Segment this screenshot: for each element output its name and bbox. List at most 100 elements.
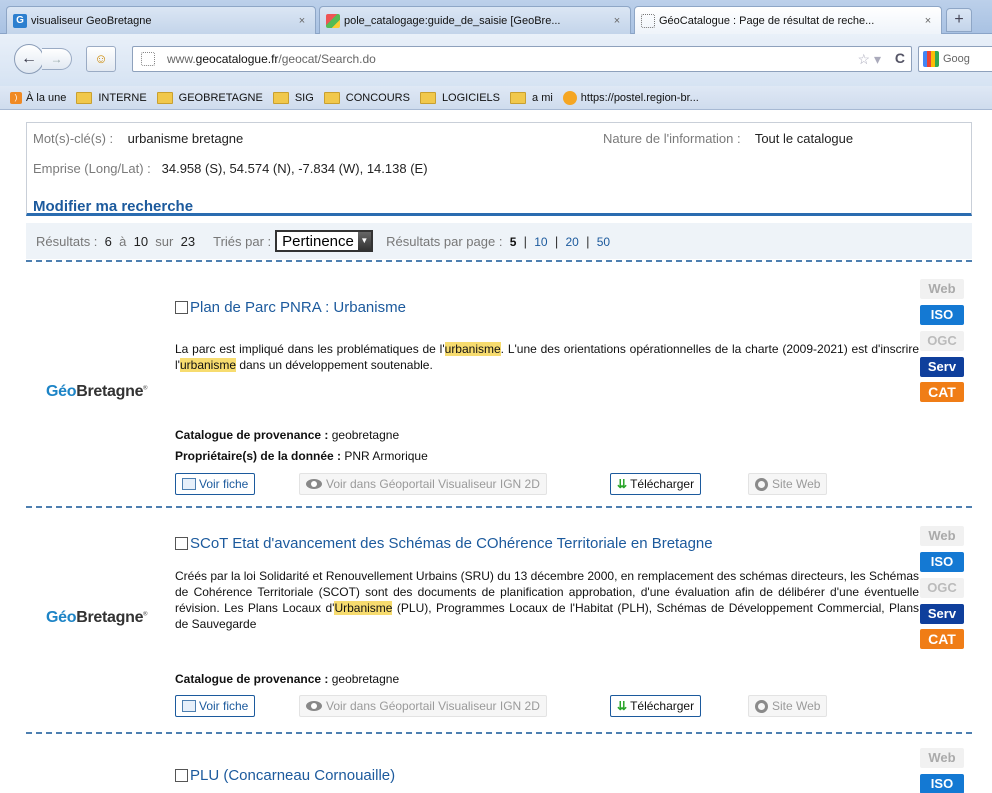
results-total: 23 xyxy=(180,233,196,249)
bookmark-star-icon[interactable]: ☆ ▾ xyxy=(858,51,881,68)
button-label: Télécharger xyxy=(630,477,695,491)
bookmarks-bar: ) À la une INTERNE GEOBRETAGNE SIG CONCOU… xyxy=(0,86,992,110)
per-page-50[interactable]: 50 xyxy=(597,235,610,249)
download-button[interactable]: ⇊ Télécharger xyxy=(610,473,702,495)
view-in-geoportail-button[interactable]: Voir dans Géoportail Visualiseur IGN 2D xyxy=(299,695,547,717)
url-prefix: www. xyxy=(167,52,196,66)
desc-highlight: urbanisme xyxy=(179,358,236,372)
bookmark-logiciels[interactable]: LOGICIELS xyxy=(419,91,500,104)
close-icon[interactable]: × xyxy=(610,15,624,27)
result-title-text[interactable]: PLU (Concarneau Cornouaille) xyxy=(190,767,395,784)
sort-select[interactable]: Pertinence ▼ xyxy=(275,230,373,252)
bookmark-label: INTERNE xyxy=(98,91,147,104)
view-in-geoportail-button[interactable]: Voir dans Géoportail Visualiseur IGN 2D xyxy=(299,473,547,495)
result-title[interactable]: PLU (Concarneau Cornouaille) xyxy=(175,767,395,784)
iso-badge[interactable]: ISO xyxy=(920,774,964,793)
home-button[interactable]: ☺ xyxy=(86,46,116,72)
catalog-label: Catalogue de provenance : xyxy=(175,672,329,686)
separator: | xyxy=(586,233,590,249)
web-badge[interactable]: Web xyxy=(920,279,964,299)
result-title-text[interactable]: Plan de Parc PNRA : Urbanisme xyxy=(190,299,406,316)
bookmark-concours[interactable]: CONCOURS xyxy=(323,91,410,104)
tab-visualiseur[interactable]: G visualiseur GeoBretagne × xyxy=(6,6,316,34)
iso-badge[interactable]: ISO xyxy=(920,305,964,325)
desc-text: dans un développement soutenable. xyxy=(236,358,433,372)
back-button[interactable]: ← xyxy=(14,44,44,74)
dropdown-arrow-icon[interactable]: ▼ xyxy=(357,232,371,250)
url-domain: geocatalogue.fr xyxy=(195,52,279,66)
reload-icon[interactable]: C xyxy=(895,50,905,66)
web-badge[interactable]: Web xyxy=(920,526,964,546)
search-box[interactable]: Goog xyxy=(918,46,992,72)
website-button[interactable]: Site Web xyxy=(748,473,828,495)
catalog-source: Catalogue de provenance : geobretagne xyxy=(175,428,399,442)
results-label: Résultats : xyxy=(36,233,98,249)
per-page-5[interactable]: 5 xyxy=(510,235,517,249)
ogc-badge[interactable]: OGC xyxy=(920,578,964,598)
modify-search-link[interactable]: Modifier ma recherche xyxy=(33,198,193,215)
bookmark-geobretagne[interactable]: GEOBRETAGNE xyxy=(156,91,263,104)
view-record-button[interactable]: Voir fiche xyxy=(175,695,256,717)
bookmark-a-mi[interactable]: a mi xyxy=(510,91,553,104)
per-page-10[interactable]: 10 xyxy=(534,235,547,249)
data-owner: Propriétaire(s) de la donnée : PNR Armor… xyxy=(175,449,428,463)
logo-bretagne: Bretagne xyxy=(76,609,144,626)
sort-value: Pertinence xyxy=(282,232,354,250)
close-icon[interactable]: × xyxy=(921,15,935,27)
eye-icon xyxy=(306,479,322,489)
button-label: Voir fiche xyxy=(199,699,249,713)
bookmark-postel[interactable]: https://postel.region-br... xyxy=(562,90,699,105)
catalog-value: geobretagne xyxy=(331,428,400,442)
address-bar[interactable]: www. geocatalogue.fr/geocat/Search.do ☆ ▾… xyxy=(132,46,912,72)
web-badge[interactable]: Web xyxy=(920,748,964,768)
separator: | xyxy=(554,233,559,249)
page-icon xyxy=(141,52,155,66)
ogc-badge[interactable]: OGC xyxy=(920,331,964,351)
record-icon xyxy=(182,478,196,490)
cat-badge[interactable]: CAT xyxy=(920,382,964,402)
nature-label: Nature de l'information : xyxy=(603,131,741,146)
cat-badge[interactable]: CAT xyxy=(920,629,964,649)
google-icon xyxy=(923,51,939,67)
result-title[interactable]: SCoT Etat d'avancement des Schémas de CO… xyxy=(175,535,713,552)
bookmark-sig[interactable]: SIG xyxy=(272,91,314,104)
record-icon xyxy=(182,700,196,712)
per-page-20[interactable]: 20 xyxy=(565,235,578,249)
keywords-row: Mot(s)-clé(s) : urbanisme bretagne xyxy=(33,131,243,146)
serv-badge[interactable]: Serv xyxy=(920,357,964,377)
download-button[interactable]: ⇊ Télécharger xyxy=(610,695,702,717)
select-checkbox[interactable] xyxy=(175,537,188,550)
bookmark-a-la-une[interactable]: ) À la une xyxy=(10,91,66,104)
new-tab-button[interactable]: + xyxy=(946,8,972,32)
keywords-label: Mot(s)-clé(s) : xyxy=(33,131,114,146)
extent-row: Emprise (Long/Lat) : 34.958 (S), 54.574 … xyxy=(33,161,428,176)
results-to-label: à xyxy=(119,233,127,249)
tab-pole-catalogage[interactable]: pole_catalogage:guide_de_saisie [GeoBre.… xyxy=(319,6,631,34)
tab-geocatalogue[interactable]: GéoCatalogue : Page de résultat de reche… xyxy=(634,6,942,35)
iso-badge[interactable]: ISO xyxy=(920,552,964,572)
separator: | xyxy=(523,233,528,249)
website-button[interactable]: Site Web xyxy=(748,695,828,717)
catalog-source: Catalogue de provenance : geobretagne xyxy=(175,672,399,686)
results-to: 10 xyxy=(133,233,149,249)
forward-button[interactable]: → xyxy=(42,48,72,70)
desc-highlight: urbanisme xyxy=(444,342,501,356)
sort-label: Triés par : xyxy=(213,233,272,249)
bookmark-interne[interactable]: INTERNE xyxy=(76,91,147,104)
bookmark-label: a mi xyxy=(532,91,553,104)
logo-geo: Géo xyxy=(46,609,77,626)
close-icon[interactable]: × xyxy=(295,15,309,27)
result-title-text[interactable]: SCoT Etat d'avancement des Schémas de CO… xyxy=(190,535,713,552)
select-checkbox[interactable] xyxy=(175,769,188,782)
owner-value: PNR Armorique xyxy=(344,449,428,463)
result-title[interactable]: Plan de Parc PNRA : Urbanisme xyxy=(175,299,406,316)
geobretagne-logo: GéoBretagne® xyxy=(46,609,148,627)
page-content: Mot(s)-clé(s) : urbanisme bretagne Natur… xyxy=(0,111,992,793)
view-record-button[interactable]: Voir fiche xyxy=(175,473,256,495)
owner-label: Propriétaire(s) de la donnée : xyxy=(175,449,342,463)
nature-row: Nature de l'information : Tout le catalo… xyxy=(603,131,853,146)
serv-badge[interactable]: Serv xyxy=(920,604,964,624)
logo-geo: Géo xyxy=(46,383,77,400)
select-checkbox[interactable] xyxy=(175,301,188,314)
button-label: Voir dans Géoportail Visualiseur IGN 2D xyxy=(326,699,540,713)
